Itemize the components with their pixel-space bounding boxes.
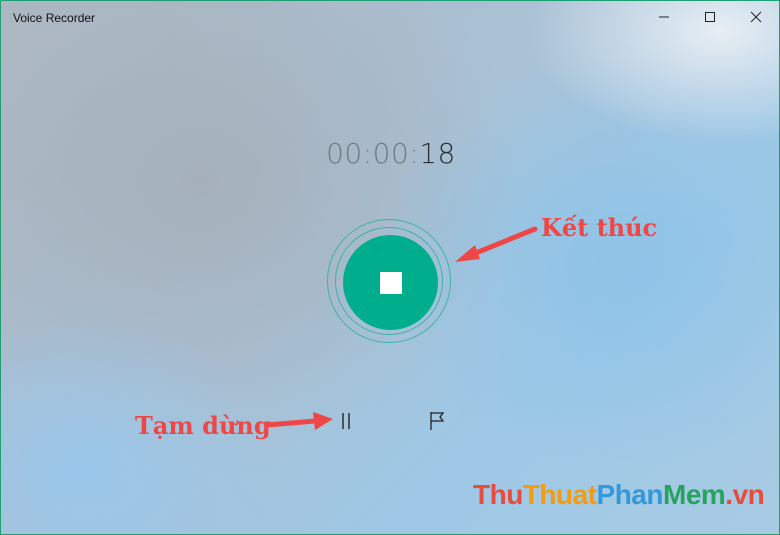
pause-icon xyxy=(342,413,350,429)
watermark-part-2: Thuat xyxy=(522,479,597,510)
timer-elapsed-seconds: 18 xyxy=(419,137,456,170)
watermark-part-5: .vn xyxy=(725,479,765,510)
stop-annotation-arrow xyxy=(455,226,538,262)
pause-button[interactable] xyxy=(332,405,360,437)
add-marker-button[interactable] xyxy=(423,405,451,437)
recording-timer: 00:00:18 xyxy=(1,137,779,170)
pause-annotation-arrow xyxy=(264,412,333,430)
stop-recording-button[interactable] xyxy=(343,235,438,330)
window-title: Voice Recorder xyxy=(13,11,96,25)
close-icon xyxy=(750,11,762,23)
watermark-part-4: Mem xyxy=(663,479,726,510)
watermark-part-1: Thu xyxy=(473,479,523,510)
stop-annotation-label: Kết thúc xyxy=(541,213,658,242)
maximize-icon xyxy=(705,12,715,22)
title-bar[interactable]: Voice Recorder xyxy=(1,1,779,33)
pause-annotation-label: Tạm dừng xyxy=(135,411,271,440)
maximize-button[interactable] xyxy=(687,1,733,33)
flag-icon xyxy=(430,412,445,430)
stop-icon xyxy=(379,271,402,294)
watermark: ThuThuatPhanMem.vn xyxy=(473,479,765,511)
minimize-icon xyxy=(659,16,669,18)
voice-recorder-window: Voice Recorder 00:00:18 Kết thúc Tạm dừn… xyxy=(0,0,780,535)
timer-elapsed-prefix: 00:00: xyxy=(326,137,420,170)
close-button[interactable] xyxy=(733,1,779,33)
minimize-button[interactable] xyxy=(641,1,687,33)
watermark-part-3: Phan xyxy=(596,479,664,510)
